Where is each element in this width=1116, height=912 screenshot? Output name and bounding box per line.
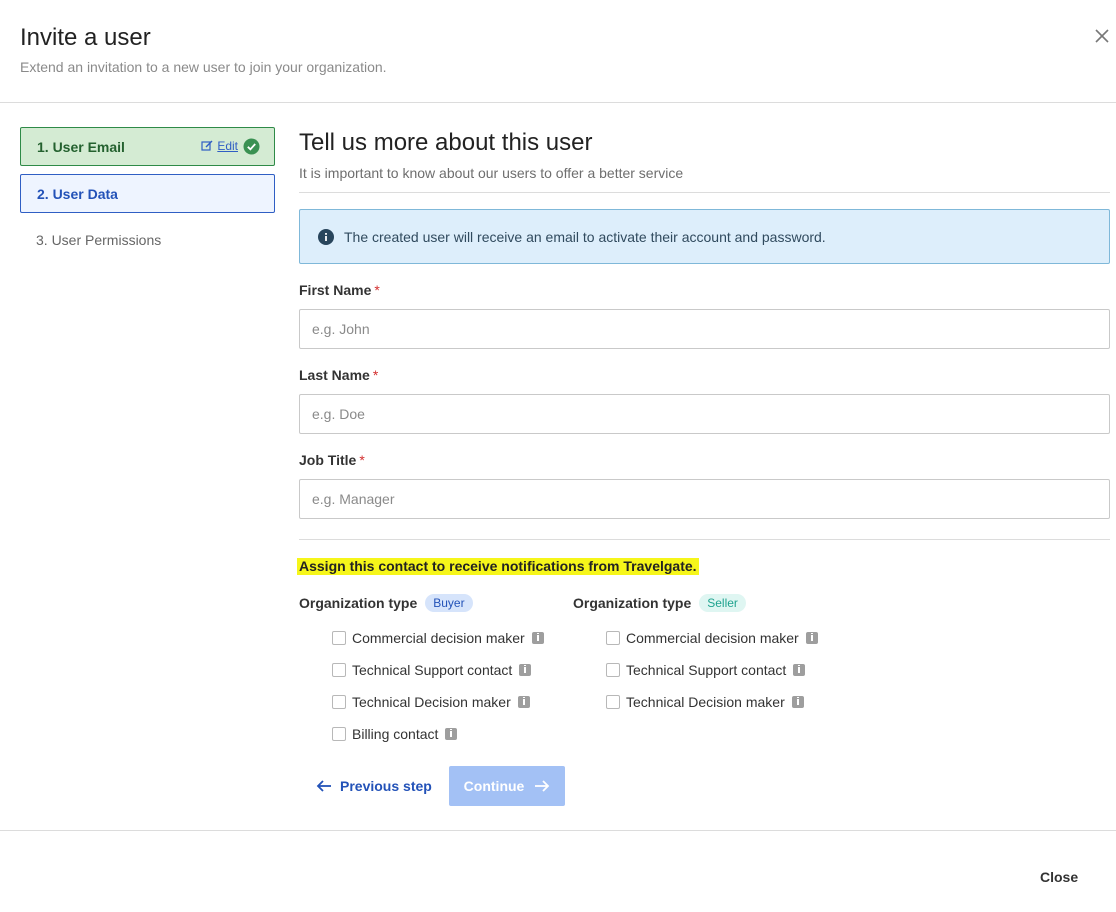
step-user-data[interactable]: 2. User Data bbox=[20, 174, 275, 213]
edit-icon bbox=[201, 140, 213, 151]
edit-label: Edit bbox=[217, 139, 238, 153]
first-name-label-text: First Name bbox=[299, 282, 372, 298]
job-title-label: Job Title * bbox=[299, 452, 365, 468]
seller-option[interactable]: Technical Decision maker bbox=[606, 686, 818, 718]
first-name-input[interactable] bbox=[299, 309, 1110, 349]
notifications-heading: Assign this contact to receive notificat… bbox=[297, 558, 699, 575]
check-circle-icon bbox=[243, 138, 260, 155]
info-text: The created user will receive an email t… bbox=[344, 228, 826, 245]
section-title: Tell us more about this user bbox=[299, 129, 593, 156]
arrow-left-icon bbox=[316, 780, 331, 792]
option-label: Commercial decision maker bbox=[626, 630, 799, 646]
seller-options: Commercial decision maker Technical Supp… bbox=[606, 622, 818, 718]
buyer-heading: Organization type Buyer bbox=[299, 594, 544, 612]
buyer-option[interactable]: Commercial decision maker bbox=[332, 622, 544, 654]
close-button[interactable]: Close bbox=[1040, 869, 1078, 885]
buyer-option[interactable]: Technical Decision maker bbox=[332, 686, 544, 718]
buyer-option[interactable]: Billing contact bbox=[332, 718, 544, 750]
option-label: Technical Decision maker bbox=[352, 694, 511, 710]
buyer-group: Organization type Buyer Commercial decis… bbox=[299, 594, 544, 750]
checkbox[interactable] bbox=[606, 631, 620, 645]
checkbox[interactable] bbox=[332, 631, 346, 645]
info-tooltip-icon[interactable] bbox=[531, 632, 544, 644]
previous-step-label: Previous step bbox=[340, 778, 432, 794]
required-marker: * bbox=[374, 282, 380, 298]
checkbox[interactable] bbox=[606, 663, 620, 677]
step-user-permissions[interactable]: 3. User Permissions bbox=[20, 221, 275, 259]
info-tooltip-icon[interactable] bbox=[445, 728, 458, 740]
divider bbox=[299, 539, 1110, 540]
dialog-header: Invite a user Extend an invitation to a … bbox=[0, 0, 1116, 103]
step-user-email[interactable]: 1. User Email Edit bbox=[20, 127, 275, 166]
buyer-badge: Buyer bbox=[425, 594, 473, 612]
seller-option[interactable]: Technical Support contact bbox=[606, 654, 818, 686]
checkbox[interactable] bbox=[332, 695, 346, 709]
edit-link[interactable]: Edit bbox=[201, 139, 238, 153]
buyer-option[interactable]: Technical Support contact bbox=[332, 654, 544, 686]
checkbox[interactable] bbox=[332, 663, 346, 677]
step-label: 1. User Email bbox=[37, 138, 125, 155]
org-type-label: Organization type bbox=[573, 595, 692, 611]
continue-label: Continue bbox=[463, 778, 525, 794]
seller-badge: Seller bbox=[699, 594, 746, 612]
required-marker: * bbox=[359, 452, 365, 468]
divider bbox=[299, 192, 1110, 193]
first-name-label: First Name * bbox=[299, 282, 380, 298]
dialog-subtitle: Extend an invitation to a new user to jo… bbox=[20, 59, 387, 75]
job-title-label-text: Job Title bbox=[299, 452, 357, 468]
info-tooltip-icon[interactable] bbox=[519, 664, 532, 676]
main-content: Tell us more about this user It is impor… bbox=[299, 129, 1110, 181]
close-icon[interactable] bbox=[1092, 26, 1112, 46]
option-label: Technical Support contact bbox=[352, 662, 513, 678]
previous-step-button[interactable]: Previous step bbox=[306, 766, 442, 806]
arrow-right-icon bbox=[535, 780, 550, 792]
info-tooltip-icon[interactable] bbox=[791, 696, 804, 708]
option-label: Billing contact bbox=[352, 726, 439, 742]
checkbox[interactable] bbox=[332, 727, 346, 741]
wizard-steps: 1. User Email Edit 2. User Data 3. User … bbox=[20, 127, 275, 267]
org-type-label: Organization type bbox=[299, 595, 418, 611]
info-banner: The created user will receive an email t… bbox=[299, 209, 1110, 264]
section-subtitle: It is important to know about our users … bbox=[299, 165, 684, 181]
footer-divider bbox=[0, 830, 1116, 831]
dialog-title: Invite a user bbox=[20, 24, 151, 51]
seller-option[interactable]: Commercial decision maker bbox=[606, 622, 818, 654]
last-name-label-text: Last Name bbox=[299, 367, 370, 383]
option-label: Commercial decision maker bbox=[352, 630, 525, 646]
continue-button[interactable]: Continue bbox=[449, 766, 565, 806]
option-label: Technical Support contact bbox=[626, 662, 787, 678]
info-tooltip-icon[interactable] bbox=[793, 664, 806, 676]
seller-group: Organization type Seller Commercial deci… bbox=[573, 594, 818, 718]
required-marker: * bbox=[372, 367, 379, 383]
option-label: Technical Decision maker bbox=[626, 694, 785, 710]
checkbox[interactable] bbox=[606, 695, 620, 709]
info-icon bbox=[318, 228, 334, 245]
job-title-input[interactable] bbox=[299, 479, 1110, 519]
info-tooltip-icon[interactable] bbox=[805, 632, 818, 644]
last-name-label: Last Name * bbox=[299, 367, 378, 383]
step-label: 2. User Data bbox=[37, 185, 118, 202]
last-name-input[interactable] bbox=[299, 394, 1110, 434]
seller-heading: Organization type Seller bbox=[573, 594, 818, 612]
info-tooltip-icon[interactable] bbox=[517, 696, 530, 708]
buyer-options: Commercial decision maker Technical Supp… bbox=[332, 622, 544, 750]
step-label: 3. User Permissions bbox=[36, 232, 162, 248]
